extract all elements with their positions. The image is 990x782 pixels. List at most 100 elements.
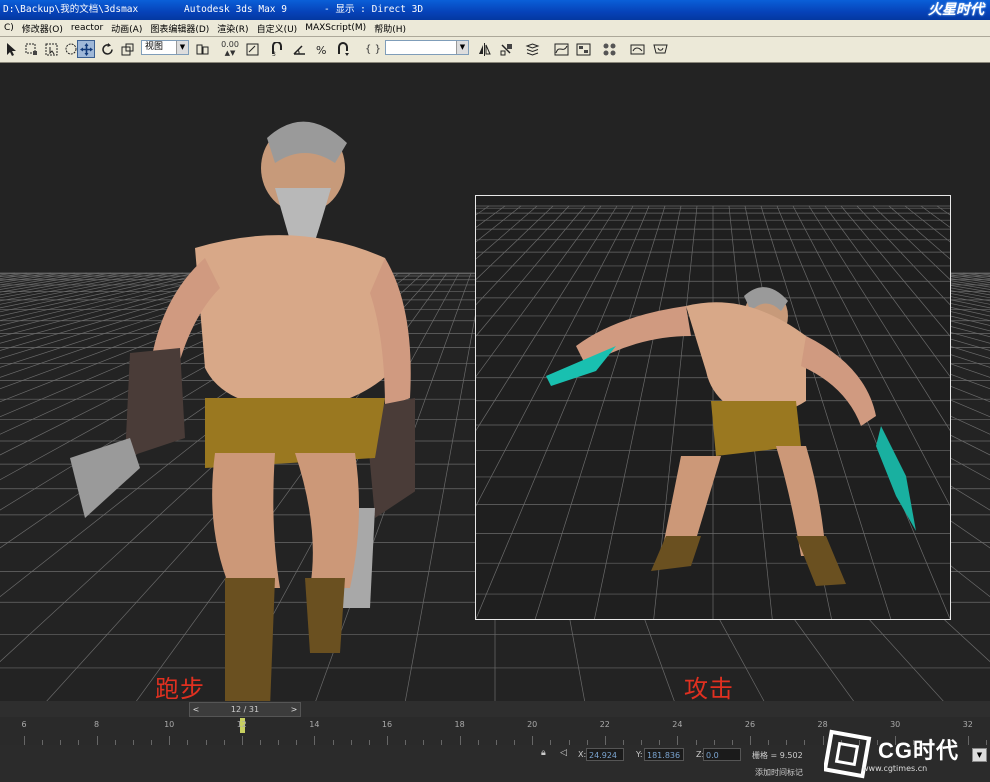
named-selection-set-select[interactable]: ▼ [385,40,469,55]
add-time-tag-button[interactable]: 添加时间标记 [755,767,803,778]
grid-line [534,205,666,619]
grid-line [0,272,16,276]
grid-line [476,205,506,228]
watermark-logo-bottom: CG时代 www.cgtimes.cn [820,727,990,782]
align-icon[interactable] [497,40,515,58]
move-tool-icon[interactable] [77,40,95,58]
schematic-view-icon[interactable] [574,40,592,58]
grid-line [0,272,40,280]
grid-line [405,272,484,701]
grid-line [0,272,64,284]
menu-item-animation[interactable]: 动画(A) [107,22,146,35]
spinner-snap-icon[interactable]: 0.00 ▲▼ [218,40,242,58]
menu-item-maxscript[interactable]: MAXScript(M) [301,23,370,33]
watermark-url: www.cgtimes.cn [862,764,928,773]
grid-line [904,205,950,243]
menu-item-help[interactable]: 帮助(H) [370,22,410,35]
menu-item-create[interactable]: C) [0,23,18,33]
window-path: D:\Backup\我的文档\3dsmax [3,4,139,15]
window-app-title: Autodesk 3ds Max 9 [184,4,287,15]
select-arrow-icon[interactable] [2,40,20,58]
snap-3d-icon[interactable]: 3 [268,40,286,58]
y-label: Y: [636,750,643,759]
lock-icon[interactable]: 🔒︎ [541,748,552,759]
grid-size-readout: 栅格 = 9.502 [752,751,803,760]
character-run-pose [70,121,415,701]
reference-coord-select[interactable]: 视图 ▼ [141,40,189,55]
percent-snap-icon[interactable]: % [312,40,330,58]
angle-snap-icon[interactable] [290,40,308,58]
time-slider[interactable]: < 12 / 31 > [0,701,990,717]
track-tick-label: 18 [454,720,465,729]
track-tick [24,736,25,745]
grid-line [476,205,570,306]
grid-line [476,205,538,260]
track-tick-label: 24 [672,720,683,729]
menu-item-reactor[interactable]: reactor [67,23,107,33]
menu-bar: C) 修改器(O) reactor 动画(A) 图表编辑器(D) 渲染(R) 自… [0,20,990,37]
track-tick [314,736,316,745]
menu-item-graph-editors[interactable]: 图表编辑器(D) [146,22,213,35]
attack-preview-viewport[interactable] [475,195,951,620]
window-display-mode: - 显示 : Direct 3D [324,4,424,15]
scale-tool-icon[interactable] [118,40,136,58]
quick-render-icon[interactable] [651,40,669,58]
curve-editor-icon[interactable] [552,40,570,58]
y-coord-field[interactable]: 181.836 [644,748,684,761]
region-select-icon[interactable] [42,40,60,58]
x-label: X: [578,750,587,759]
track-tick [677,736,679,745]
title-bar: D:\Backup\我的文档\3dsmax Autodesk 3ds Max 9… [0,0,990,20]
grid-line [950,272,990,280]
track-tick [750,736,751,745]
menu-item-rendering[interactable]: 渲染(R) [213,22,252,35]
track-tick-label: 20 [527,720,538,729]
spinner-snap-toggle-icon[interactable] [334,40,352,58]
time-slider-thumb[interactable]: < 12 / 31 > [189,702,301,717]
perspective-viewport[interactable]: 跑步 攻击 [0,63,990,701]
menu-item-modifiers[interactable]: 修改器(O) [18,22,67,35]
absolute-mode-icon[interactable]: ◁ [560,748,572,760]
menu-item-customize[interactable]: 自定义(U) [253,22,302,35]
watermark-logo-top: 火星时代 [928,2,984,18]
grid-line [0,272,52,281]
watermark-brand: CG时代 [878,738,960,763]
z-coord-field[interactable]: 0.0 [703,748,741,761]
caption-attack: 攻击 [684,675,734,701]
pivot-center-icon[interactable] [193,40,211,58]
select-by-name-icon[interactable] [22,40,40,58]
track-tick [604,736,606,745]
track-tick [96,736,98,745]
grid-line [824,205,950,378]
x-coord-field[interactable]: 24.924 [586,748,624,761]
track-tick [387,736,388,745]
track-tick [459,736,461,745]
main-toolbar: 视图 ▼ 0.00 ▲▼ 3 % { } ▼ [0,37,990,63]
grid-line [888,205,950,260]
mirror-icon[interactable] [475,40,493,58]
select-manipulate-icon[interactable] [243,40,261,58]
track-tick-label: 6 [21,720,27,729]
grid-line [476,205,618,431]
grid-line [476,205,522,243]
render-scene-icon[interactable] [628,40,646,58]
caption-run: 跑步 [155,675,205,701]
layer-manager-icon[interactable] [523,40,541,58]
track-tick-label: 16 [381,720,393,729]
grid-line [476,205,586,337]
chevron-down-icon: ▼ [176,41,188,54]
track-tick-label: 10 [164,720,175,729]
grid-line [476,205,650,619]
track-tick [241,736,243,745]
prev-frame-button[interactable]: < [191,703,201,716]
track-tick [169,736,171,745]
grid-line [974,272,990,276]
material-editor-icon[interactable] [600,40,618,58]
next-frame-button[interactable]: > [289,703,299,716]
inset-grid [476,205,950,619]
track-tick-label: 22 [599,720,610,729]
edit-named-selection-icon[interactable]: { } [364,40,382,58]
rotate-tool-icon[interactable] [98,40,116,58]
grid-line [476,205,602,378]
track-tick-label: 14 [309,720,320,729]
